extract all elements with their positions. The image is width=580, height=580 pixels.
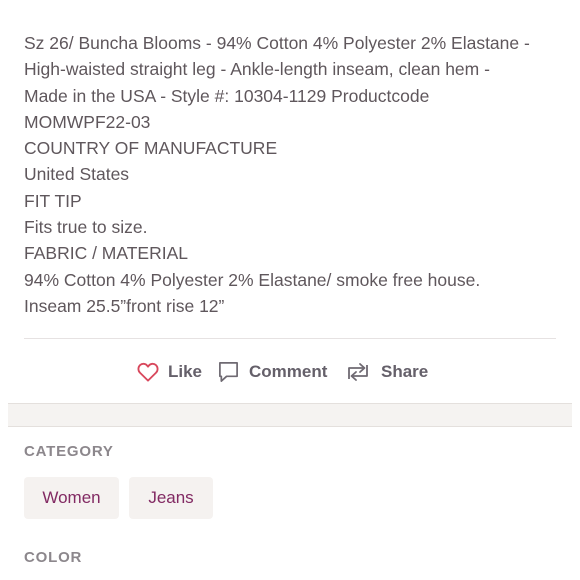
description-line: United States	[24, 164, 130, 185]
category-heading: CATEGORY	[24, 443, 114, 460]
description-line: FABRIC / MATERIAL	[24, 243, 189, 264]
comment-bubble-icon	[217, 361, 240, 383]
description-line: FIT TIP	[24, 190, 82, 211]
description-line: Fits true to size.	[24, 217, 148, 238]
section-separator	[8, 403, 572, 427]
description-line: Inseam 25.5”front rise 12”	[24, 295, 225, 316]
social-actions-bar: Like Comment Share	[0, 356, 580, 388]
comment-label: Comment	[249, 362, 328, 381]
share-button[interactable]: Share	[344, 356, 428, 388]
heart-icon	[137, 362, 159, 382]
description-line: MOMWPF22-03	[24, 111, 151, 132]
share-label: Share	[381, 362, 429, 381]
like-button[interactable]: Like	[137, 356, 202, 388]
category-chip-jeans[interactable]: Jeans	[129, 477, 213, 519]
color-heading: COLOR	[24, 549, 83, 566]
description-line: Made in the USA - Style #: 10304-1129 Pr…	[24, 85, 430, 106]
divider	[24, 338, 556, 339]
description-line: 94% Cotton 4% Polyester 2% Elastane/ smo…	[24, 269, 481, 290]
description-line: High-waisted straight leg - Ankle-length…	[24, 59, 490, 80]
share-arrows-icon	[344, 362, 372, 382]
like-label: Like	[168, 362, 203, 381]
category-chip-women[interactable]: Women	[24, 477, 119, 519]
description-line: Sz 26/ Buncha Blooms - 94% Cotton 4% Pol…	[24, 33, 530, 53]
item-description: Sz 26/ Buncha Blooms - 94% Cotton 4% Pol…	[24, 30, 564, 319]
description-line: COUNTRY OF MANUFACTURE	[24, 138, 278, 159]
comment-button[interactable]: Comment	[217, 356, 327, 388]
